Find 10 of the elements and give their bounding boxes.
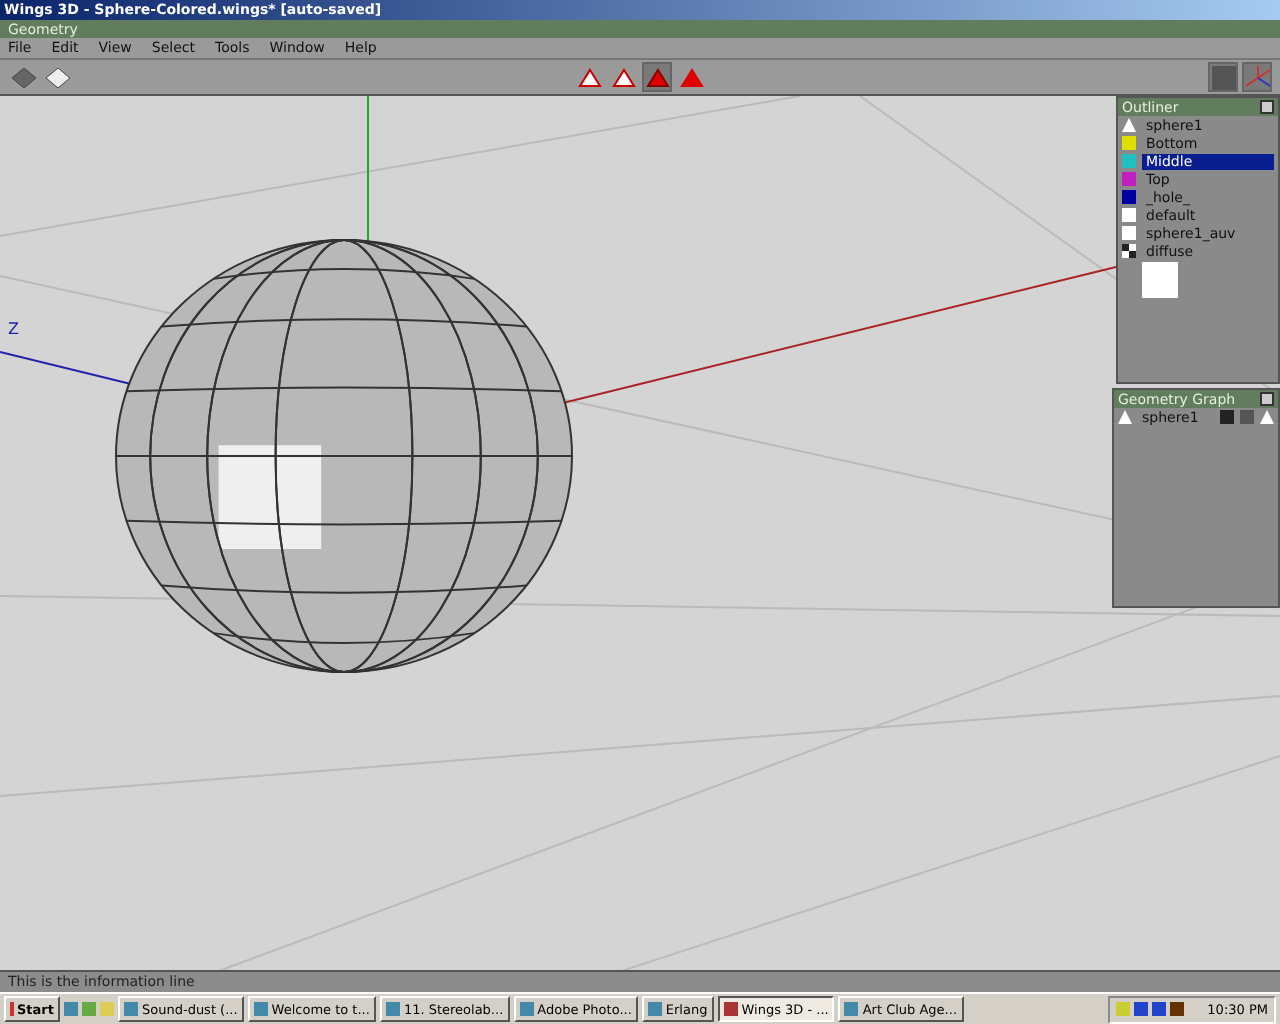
triangle-icon xyxy=(1118,410,1132,424)
axis-label: Z xyxy=(8,320,19,338)
triangle-icon xyxy=(1260,410,1274,424)
view-mode-button[interactable] xyxy=(8,62,38,92)
close-button[interactable] xyxy=(1260,100,1274,114)
close-button[interactable] xyxy=(1260,392,1274,406)
view-mode-button[interactable] xyxy=(42,62,72,92)
triangle-icon xyxy=(1122,118,1136,132)
texture-thumbnail xyxy=(1142,262,1178,298)
checker-icon xyxy=(1122,244,1136,258)
